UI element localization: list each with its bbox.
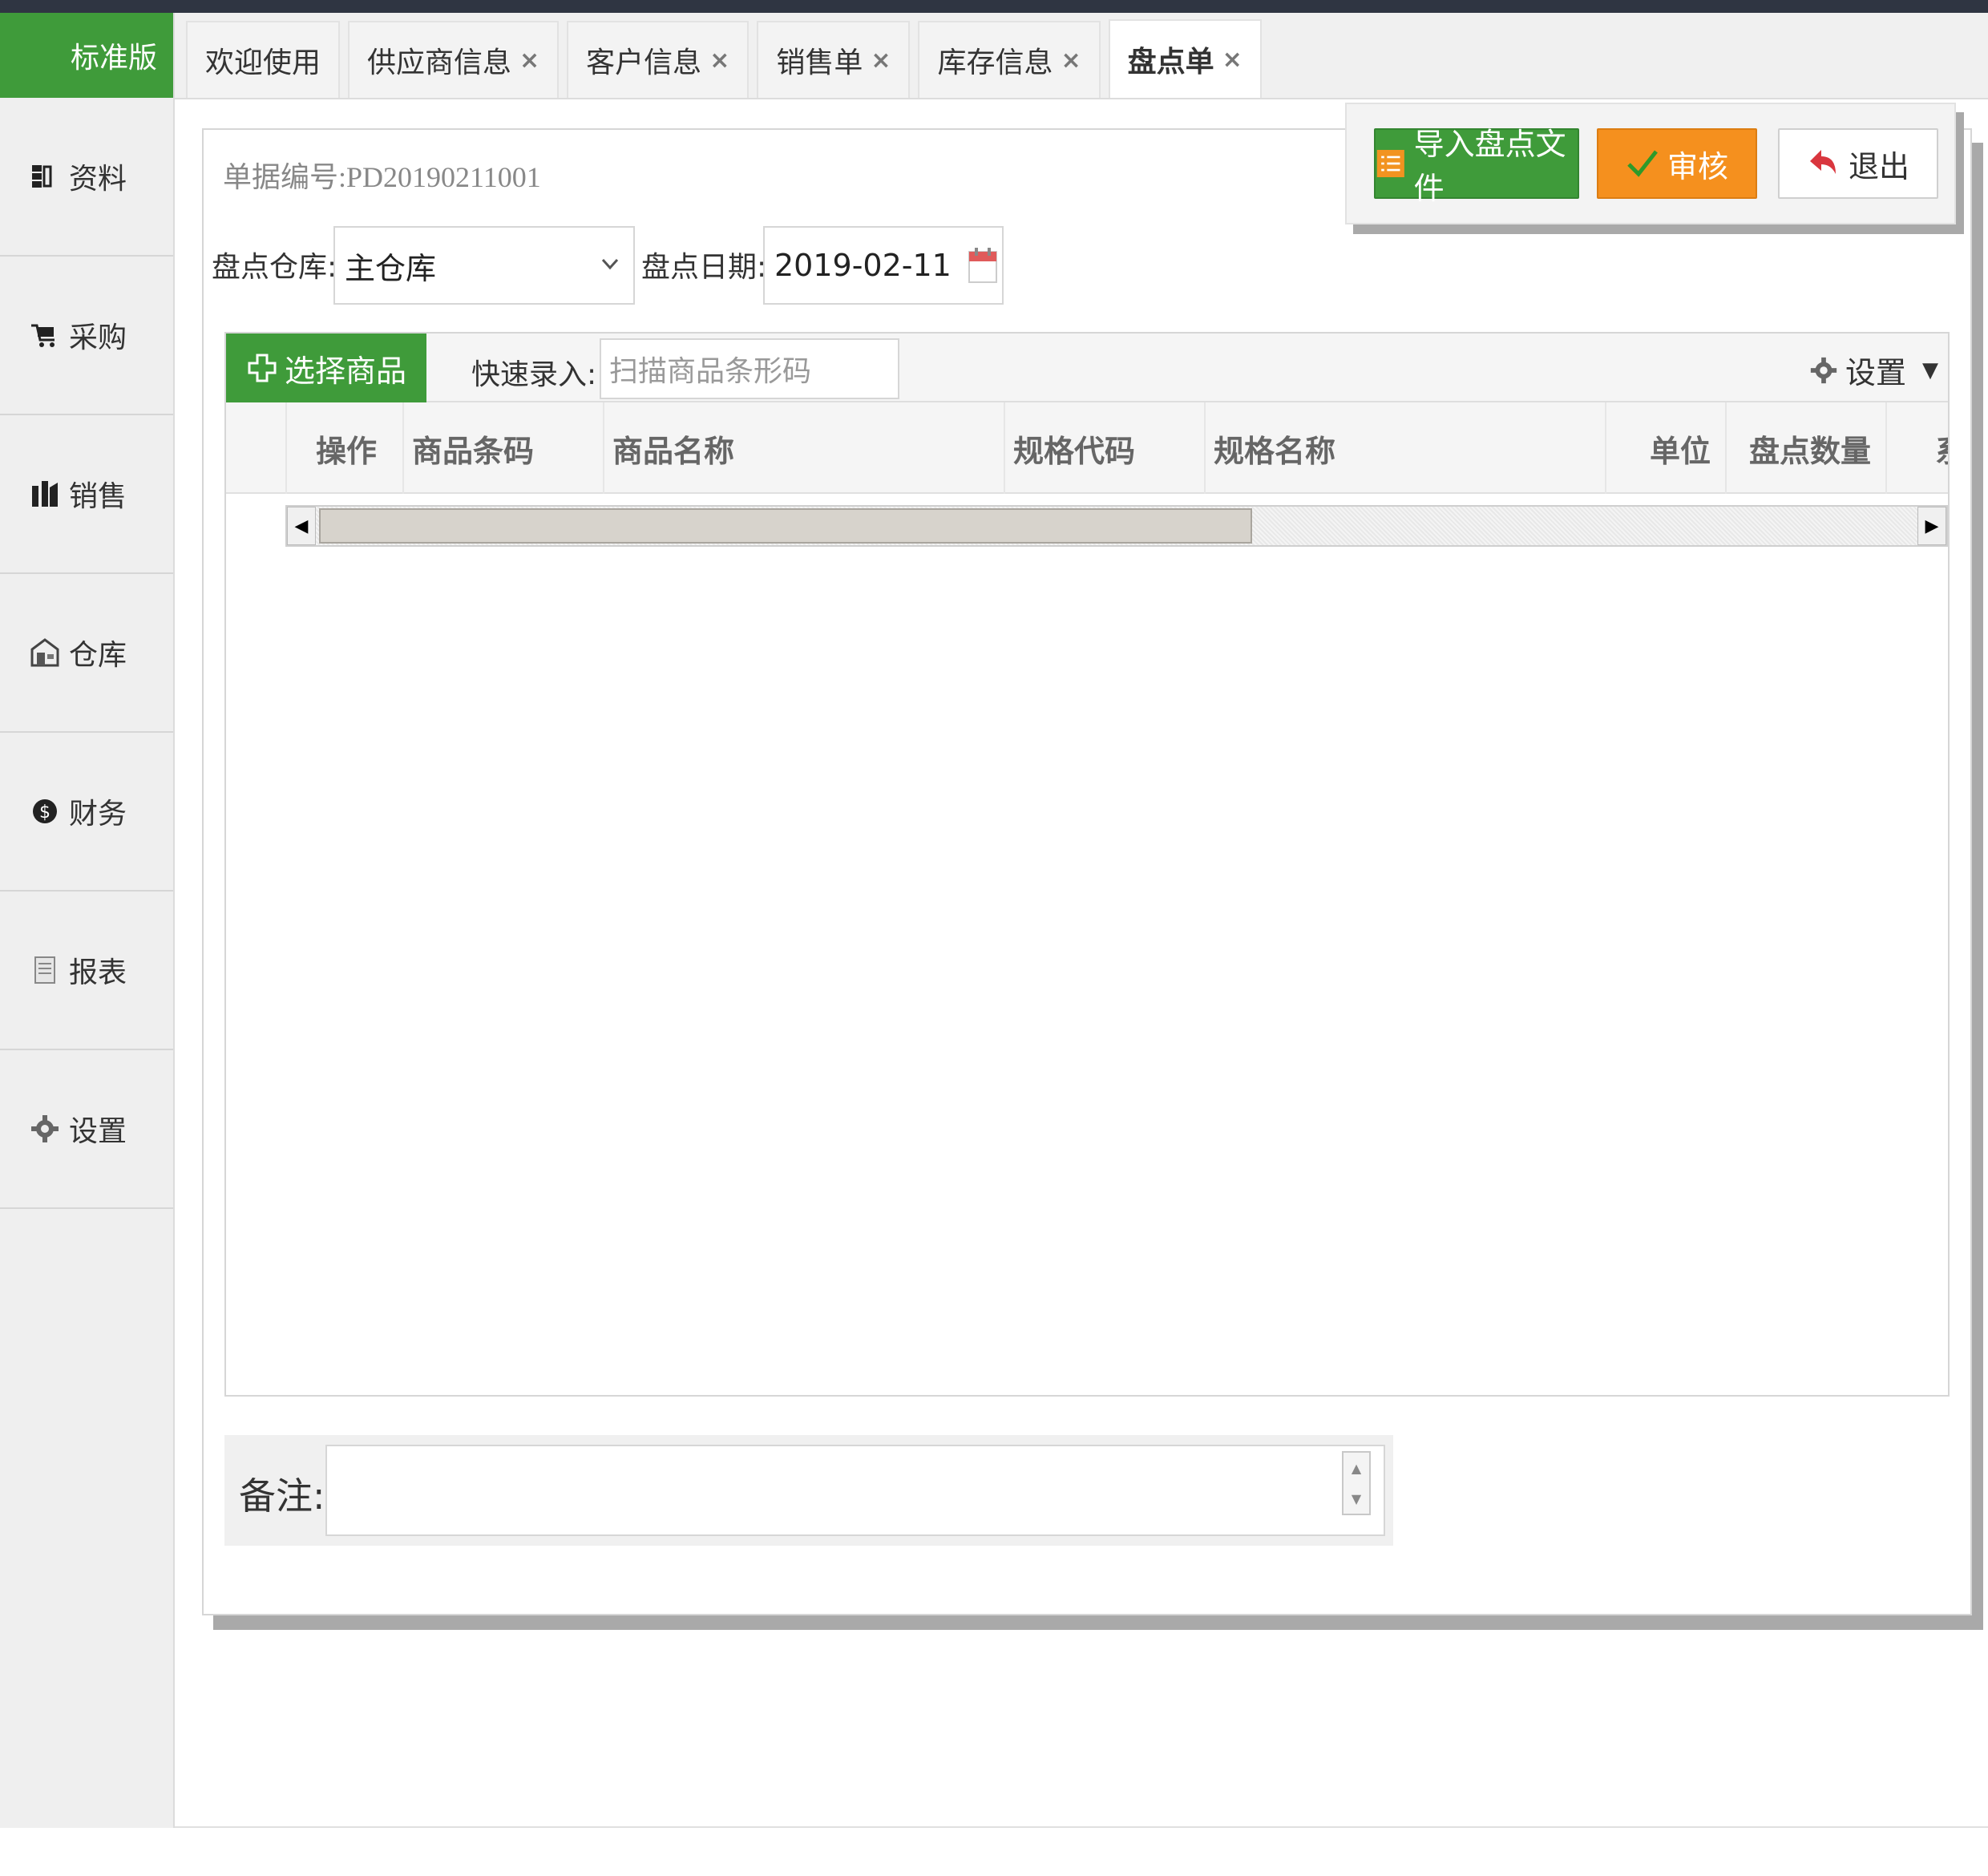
sidebar-item-data[interactable]: 资料: [0, 98, 173, 257]
grid-toolbar: 选择商品 快速录入: 扫描商品条形码 设置 ▼: [226, 334, 1948, 402]
settings-label: 设置: [1845, 355, 1906, 390]
close-icon[interactable]: ×: [1222, 46, 1242, 74]
report-icon: [29, 954, 61, 986]
import-stocktake-file-button[interactable]: 导入盘点文件: [1374, 127, 1579, 206]
column-header-spec-name[interactable]: 规格名称: [1204, 402, 1605, 494]
divider: [175, 1826, 1988, 1828]
audit-button[interactable]: 审核: [1597, 128, 1757, 199]
sidebar-item-label: 销售: [69, 480, 127, 513]
tab-sales-order[interactable]: 销售单 ×: [757, 21, 911, 98]
tab-label: 客户信息: [586, 46, 702, 79]
sidebar-item-finance[interactable]: $ 财务: [0, 733, 173, 892]
sidebar-item-warehouse[interactable]: 仓库: [0, 574, 173, 733]
grid-settings-button[interactable]: 设置 ▼: [1808, 348, 1938, 392]
bill-number-value: PD20190211001: [346, 161, 541, 193]
database-icon: [29, 160, 61, 192]
tab-label: 欢迎使用: [205, 46, 321, 79]
column-header-operation[interactable]: 操作: [285, 402, 402, 494]
exit-button-label: 退出: [1848, 148, 1909, 184]
close-icon[interactable]: ×: [709, 46, 729, 75]
goods-grid: 选择商品 快速录入: 扫描商品条形码 设置 ▼ 操作 商品条码 商品名称 规格代…: [224, 332, 1950, 1397]
quick-entry-label: 快速录入:: [471, 358, 597, 391]
sidebar-item-label: 采购: [69, 321, 127, 354]
barcode-input[interactable]: 扫描商品条形码: [600, 338, 899, 399]
date-label: 盘点日期:: [641, 251, 767, 284]
scrollbar-thumb[interactable]: [319, 508, 1252, 544]
select-goods-label: 选择商品: [284, 353, 406, 389]
sidebar-item-sales[interactable]: 销售: [0, 415, 173, 574]
remark-section: 备注: ▲ ▼: [224, 1435, 1393, 1546]
scroll-up-icon[interactable]: ▲: [1344, 1453, 1369, 1483]
tab-label: 库存信息: [937, 46, 1053, 79]
sidebar: 标准版 资料 采购 销售 仓库 $ 财务 报表 设置: [0, 13, 175, 1828]
remark-scrollbar[interactable]: ▲ ▼: [1342, 1451, 1371, 1515]
column-header-unit[interactable]: 单位: [1605, 402, 1725, 494]
sidebar-item-label: 报表: [69, 956, 127, 989]
tab-label: 销售单: [776, 46, 863, 79]
sidebar-item-label: 设置: [69, 1115, 127, 1148]
sales-icon: [29, 478, 61, 510]
close-icon[interactable]: ×: [871, 46, 891, 75]
audit-button-label: 审核: [1667, 148, 1728, 184]
column-header-spec-code[interactable]: 规格代码: [1004, 402, 1204, 494]
sidebar-item-label: 仓库: [69, 639, 127, 672]
grid-header: 操作 商品条码 商品名称 规格代码 规格名称 单位 盘点数量 系: [226, 402, 1948, 494]
sidebar-item-purchase[interactable]: 采购: [0, 257, 173, 415]
sidebar-item-label: 资料: [69, 163, 127, 196]
horizontal-scrollbar[interactable]: ◀ ▶: [285, 505, 1948, 547]
scroll-right-icon[interactable]: ▶: [1917, 507, 1946, 545]
brand-label: 标准版: [0, 13, 173, 98]
chevron-down-icon: [598, 252, 622, 282]
exit-button[interactable]: 退出: [1778, 128, 1938, 199]
cart-icon: [29, 319, 61, 351]
gear-icon: [29, 1113, 61, 1145]
sidebar-item-settings[interactable]: 设置: [0, 1050, 173, 1209]
caret-down-icon: ▼: [1922, 358, 1938, 382]
calendar-icon[interactable]: [967, 245, 999, 285]
close-icon[interactable]: ×: [1061, 46, 1081, 75]
warehouse-label: 盘点仓库:: [212, 251, 337, 284]
bill-number-label: 单据编号:: [223, 161, 347, 193]
tab-stocktake[interactable]: 盘点单 ×: [1108, 19, 1262, 98]
close-icon[interactable]: ×: [519, 46, 539, 75]
gear-icon: [1810, 357, 1837, 383]
scroll-down-icon[interactable]: ▼: [1344, 1483, 1369, 1514]
bill-number: 单据编号:PD20190211001: [223, 154, 541, 196]
warehouse-icon: [29, 637, 61, 669]
tab-welcome[interactable]: 欢迎使用: [186, 21, 341, 98]
list-icon: [1376, 149, 1404, 178]
scroll-left-icon[interactable]: ◀: [287, 507, 316, 545]
column-header-count-qty[interactable]: 盘点数量: [1725, 402, 1885, 494]
top-bar: [0, 0, 1988, 13]
warehouse-select-value: 主仓库: [345, 250, 437, 286]
action-toolbar: 导入盘点文件 审核 退出: [1345, 103, 1956, 224]
tab-supplier-info[interactable]: 供应商信息 ×: [348, 21, 560, 98]
tab-customer-info[interactable]: 客户信息 ×: [567, 21, 750, 98]
checkmark-icon: [1627, 150, 1658, 177]
sidebar-item-label: 财务: [69, 798, 127, 831]
warehouse-select[interactable]: 主仓库: [333, 226, 635, 305]
column-header-barcode[interactable]: 商品条码: [402, 402, 603, 494]
date-value: 2019-02-11: [774, 248, 952, 283]
column-header-goods-name[interactable]: 商品名称: [603, 402, 1004, 494]
remark-label: 备注:: [239, 1474, 325, 1518]
back-arrow-icon: [1809, 150, 1836, 174]
import-button-label: 导入盘点文件: [1413, 127, 1566, 206]
plus-icon: [248, 354, 277, 382]
svg-text:$: $: [39, 803, 51, 823]
tab-bar: 欢迎使用 供应商信息 × 客户信息 × 销售单 × 库存信息 × 盘点单 ×: [175, 13, 1988, 99]
date-input[interactable]: 2019-02-11: [763, 226, 1004, 305]
money-icon: $: [29, 795, 61, 827]
column-header-truncated[interactable]: 系: [1885, 402, 1948, 494]
sidebar-item-report[interactable]: 报表: [0, 892, 173, 1050]
tab-label: 供应商信息: [367, 46, 512, 79]
tab-inventory-info[interactable]: 库存信息 ×: [918, 21, 1101, 98]
select-goods-button[interactable]: 选择商品: [226, 334, 426, 402]
remark-textarea[interactable]: ▲ ▼: [325, 1445, 1385, 1536]
tab-label: 盘点单: [1127, 46, 1214, 79]
